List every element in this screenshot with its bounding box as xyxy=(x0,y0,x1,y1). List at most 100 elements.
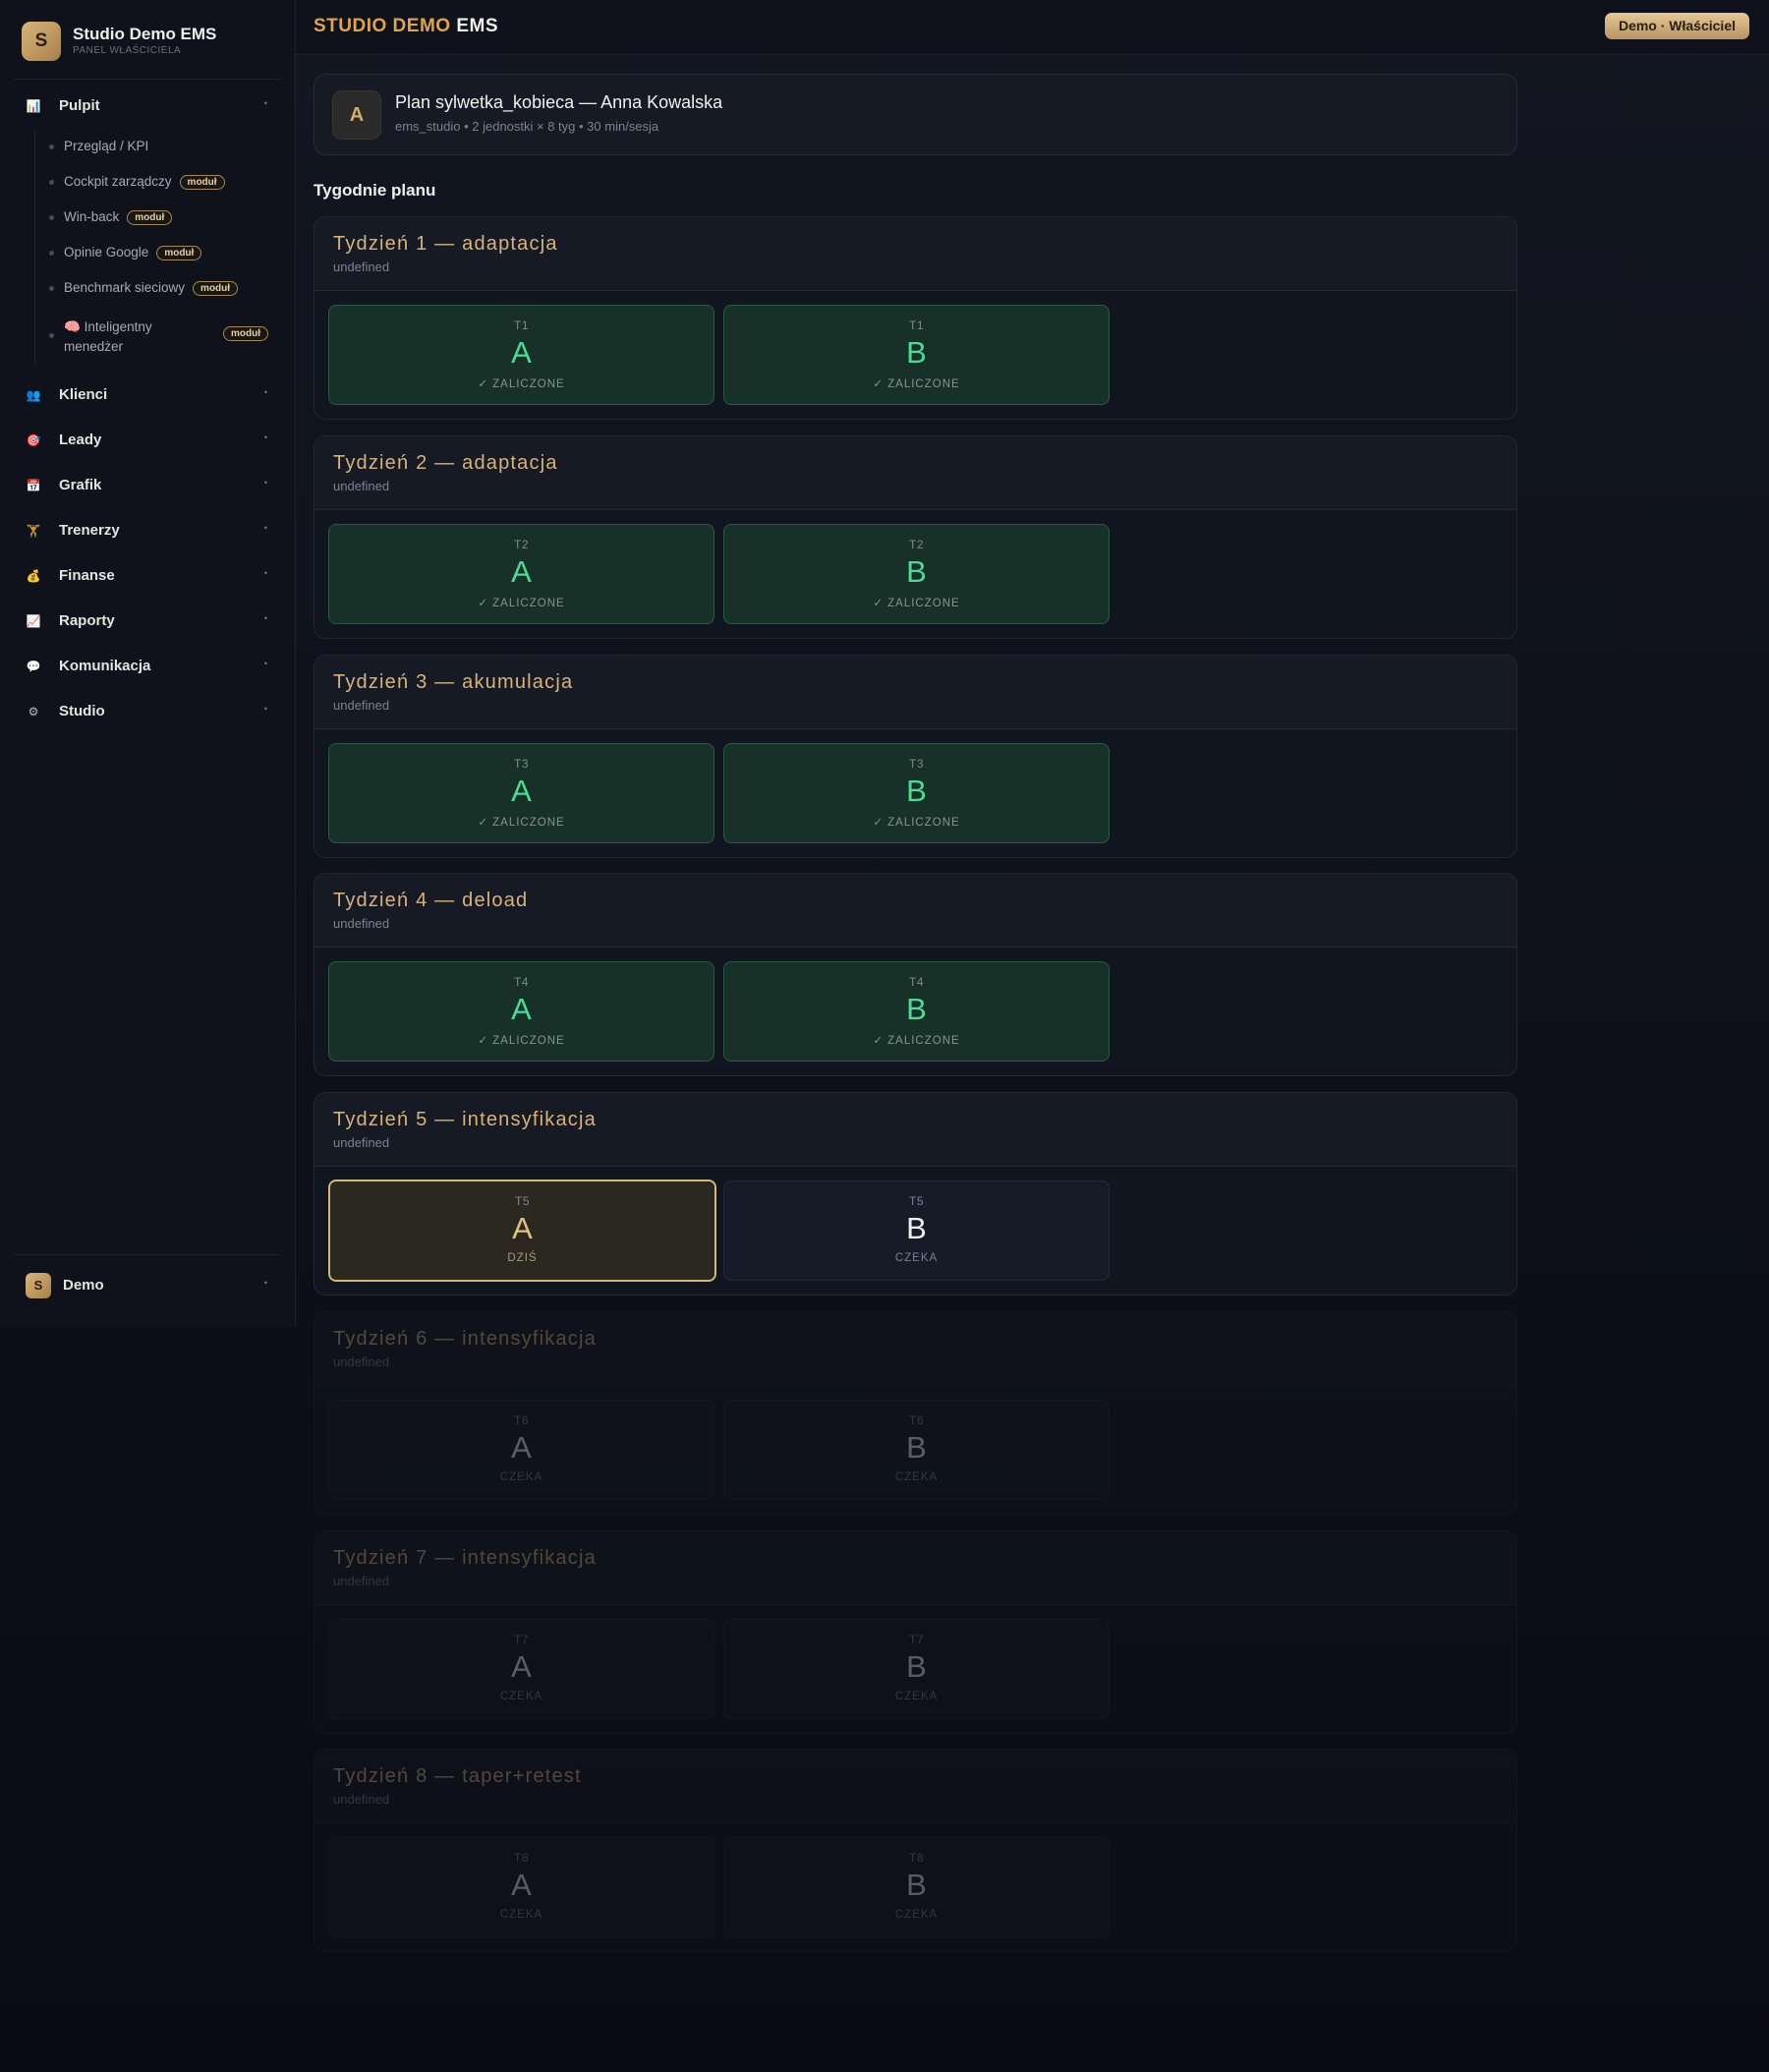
sidebar-subitem-label: Win-back xyxy=(64,209,120,224)
session-letter: B xyxy=(906,1649,927,1684)
sidebar-divider xyxy=(14,79,281,80)
sidebar-subitem-label: Cockpit zarządczy xyxy=(64,174,172,189)
sidebar-item-label: Grafik xyxy=(59,477,102,493)
user-menu[interactable]: S Demo • xyxy=(14,1268,281,1303)
week-title: Tydzień 6 — intensyfikacja xyxy=(333,1328,597,1350)
chevron-icon: • xyxy=(263,568,267,578)
role-badge[interactable]: Demo · Właściciel xyxy=(1604,13,1749,39)
sidebar-item-label: Studio xyxy=(59,703,105,719)
week-card: Tydzień 2 — adaptacja undefined T2 A ✓ Z… xyxy=(314,435,1517,639)
session-tile[interactable]: T3 A ✓ ZALICZONE xyxy=(328,743,714,843)
week-title: Tydzień 4 — deload xyxy=(333,890,529,911)
session-status: DZIŚ xyxy=(507,1252,538,1264)
session-tile: T7 A CZEKA xyxy=(328,1619,714,1719)
sidebar-item-komunikacja[interactable]: 💬 Komunikacja • xyxy=(14,649,281,684)
sidebar-item-finanse[interactable]: 💰 Finanse • xyxy=(14,558,281,594)
sidebar-subitem-label: Benchmark sieciowy xyxy=(64,280,186,295)
sidebar-subitem-text: 🧠 Inteligentny menedżer xyxy=(64,317,211,357)
week-title: Tydzień 8 — taper+retest xyxy=(333,1765,582,1787)
session-tile[interactable]: T1 A ✓ ZALICZONE xyxy=(328,305,714,405)
session-tile[interactable]: T3 B ✓ ZALICZONE xyxy=(723,743,1110,843)
brand-logo: S xyxy=(22,22,61,61)
sidebar-subitem-przeglad-kpi[interactable]: Przegląd / KPI xyxy=(43,134,279,159)
money-bag-icon: 💰 xyxy=(26,569,41,583)
chevron-icon: • xyxy=(263,704,267,714)
session-status: ✓ ZALICZONE xyxy=(873,378,960,390)
bullet-icon xyxy=(49,286,54,291)
app-title-brand: STUDIO DEMO xyxy=(314,16,451,36)
sidebar-item-raporty[interactable]: 📈 Raporty • xyxy=(14,604,281,639)
module-badge: moduł xyxy=(179,175,225,190)
week-header: Tydzień 6 — intensyfikacja undefined xyxy=(314,1312,1516,1386)
session-tile[interactable]: T2 A ✓ ZALICZONE xyxy=(328,524,714,624)
sidebar-subitem-win-back[interactable]: Win-back moduł xyxy=(43,204,279,230)
session-status: ✓ ZALICZONE xyxy=(478,598,565,609)
sidebar-item-studio[interactable]: ⚙ Studio • xyxy=(14,694,281,729)
week-card: Tydzień 1 — adaptacja undefined T1 A ✓ Z… xyxy=(314,216,1517,420)
target-icon: 🎯 xyxy=(26,433,41,447)
session-letter: B xyxy=(906,1430,927,1465)
sidebar-item-pulpit[interactable]: 📊 Pulpit • xyxy=(14,88,281,124)
session-tile[interactable]: T4 B ✓ ZALICZONE xyxy=(723,961,1110,1062)
sidebar-item-label: Klienci xyxy=(59,386,108,403)
session-letter: B xyxy=(906,774,927,808)
sidebar-item-label: Leady xyxy=(59,432,102,448)
users-icon: 👥 xyxy=(26,388,41,402)
session-week: T6 xyxy=(513,1413,529,1427)
session-letter: A xyxy=(511,992,532,1026)
week-subtitle: undefined xyxy=(333,1354,390,1369)
sidebar-subitem-label: Przegląd / KPI xyxy=(64,139,149,153)
session-status: ✓ ZALICZONE xyxy=(478,378,565,390)
sidebar-subitem-cockpit[interactable]: Cockpit zarządczy moduł xyxy=(43,169,279,195)
week-title: Tydzień 2 — adaptacja xyxy=(333,452,558,474)
session-tile-today[interactable]: T5 A DZIŚ xyxy=(328,1180,716,1282)
sidebar-item-klienci[interactable]: 👥 Klienci • xyxy=(14,377,281,413)
sidebar-item-label: Finanse xyxy=(59,567,115,584)
week-subtitle: undefined xyxy=(333,479,390,493)
session-status: ✓ ZALICZONE xyxy=(873,598,960,609)
plan-meta: ems_studio • 2 jednostki × 8 tyg • 30 mi… xyxy=(395,119,659,134)
sidebar-item-trenerzy[interactable]: 🏋 Trenerzy • xyxy=(14,513,281,548)
week-card: Tydzień 3 — akumulacja undefined T3 A ✓ … xyxy=(314,655,1517,858)
session-week: T3 xyxy=(908,757,924,771)
week-title: Tydzień 7 — intensyfikacja xyxy=(333,1547,597,1569)
bullet-icon xyxy=(49,215,54,220)
session-week: T3 xyxy=(513,757,529,771)
session-letter: A xyxy=(511,554,532,589)
dashboard-icon: 📊 xyxy=(26,99,41,113)
session-tile: T6 B CZEKA xyxy=(723,1400,1110,1500)
session-tile[interactable]: T1 B ✓ ZALICZONE xyxy=(723,305,1110,405)
session-tile[interactable]: T2 B ✓ ZALICZONE xyxy=(723,524,1110,624)
brand[interactable]: S Studio Demo EMS PANEL WŁAŚCICIELA xyxy=(22,22,287,63)
session-week: T1 xyxy=(513,318,529,332)
brain-icon: 🧠 xyxy=(64,319,81,334)
session-status: CZEKA xyxy=(894,1252,939,1264)
week-subtitle: undefined xyxy=(333,1135,390,1150)
module-badge: moduł xyxy=(156,246,202,260)
bullet-icon xyxy=(49,180,54,185)
session-week: T7 xyxy=(513,1633,529,1646)
week-card-locked: Tydzień 8 — taper+retest undefined T8 A … xyxy=(314,1749,1517,1952)
sidebar-subitem-text: Cockpit zarządczy moduł xyxy=(64,174,225,190)
chevron-icon: • xyxy=(263,432,267,442)
session-week: T8 xyxy=(513,1851,529,1865)
sidebar-item-grafik[interactable]: 📅 Grafik • xyxy=(14,468,281,503)
sidebar-subitem-opinie-google[interactable]: Opinie Google moduł xyxy=(43,240,279,265)
sidebar-divider xyxy=(14,1254,281,1255)
session-week: T2 xyxy=(908,538,924,551)
app-title: STUDIO DEMO EMS xyxy=(314,16,498,37)
user-name: Demo xyxy=(63,1277,104,1294)
sidebar: S Studio Demo EMS PANEL WŁAŚCICIELA 📊 Pu… xyxy=(0,0,296,1327)
plan-title: Plan sylwetka_kobieca — Anna Kowalska xyxy=(395,92,723,112)
section-title: Tygodnie planu xyxy=(314,181,436,200)
session-tile[interactable]: T4 A ✓ ZALICZONE xyxy=(328,961,714,1062)
sidebar-subitem-inteligentny-menedzer[interactable]: 🧠 Inteligentny menedżer moduł xyxy=(43,315,279,356)
session-tile[interactable]: T5 B CZEKA xyxy=(723,1180,1110,1281)
sidebar-item-label: Raporty xyxy=(59,612,115,629)
session-letter: A xyxy=(511,1649,532,1684)
sidebar-subitem-benchmark[interactable]: Benchmark sieciowy moduł xyxy=(43,275,279,301)
speech-bubble-icon: 💬 xyxy=(26,660,41,673)
sidebar-item-leady[interactable]: 🎯 Leady • xyxy=(14,423,281,458)
session-letter: B xyxy=(906,335,927,370)
session-tile: T7 B CZEKA xyxy=(723,1619,1110,1719)
